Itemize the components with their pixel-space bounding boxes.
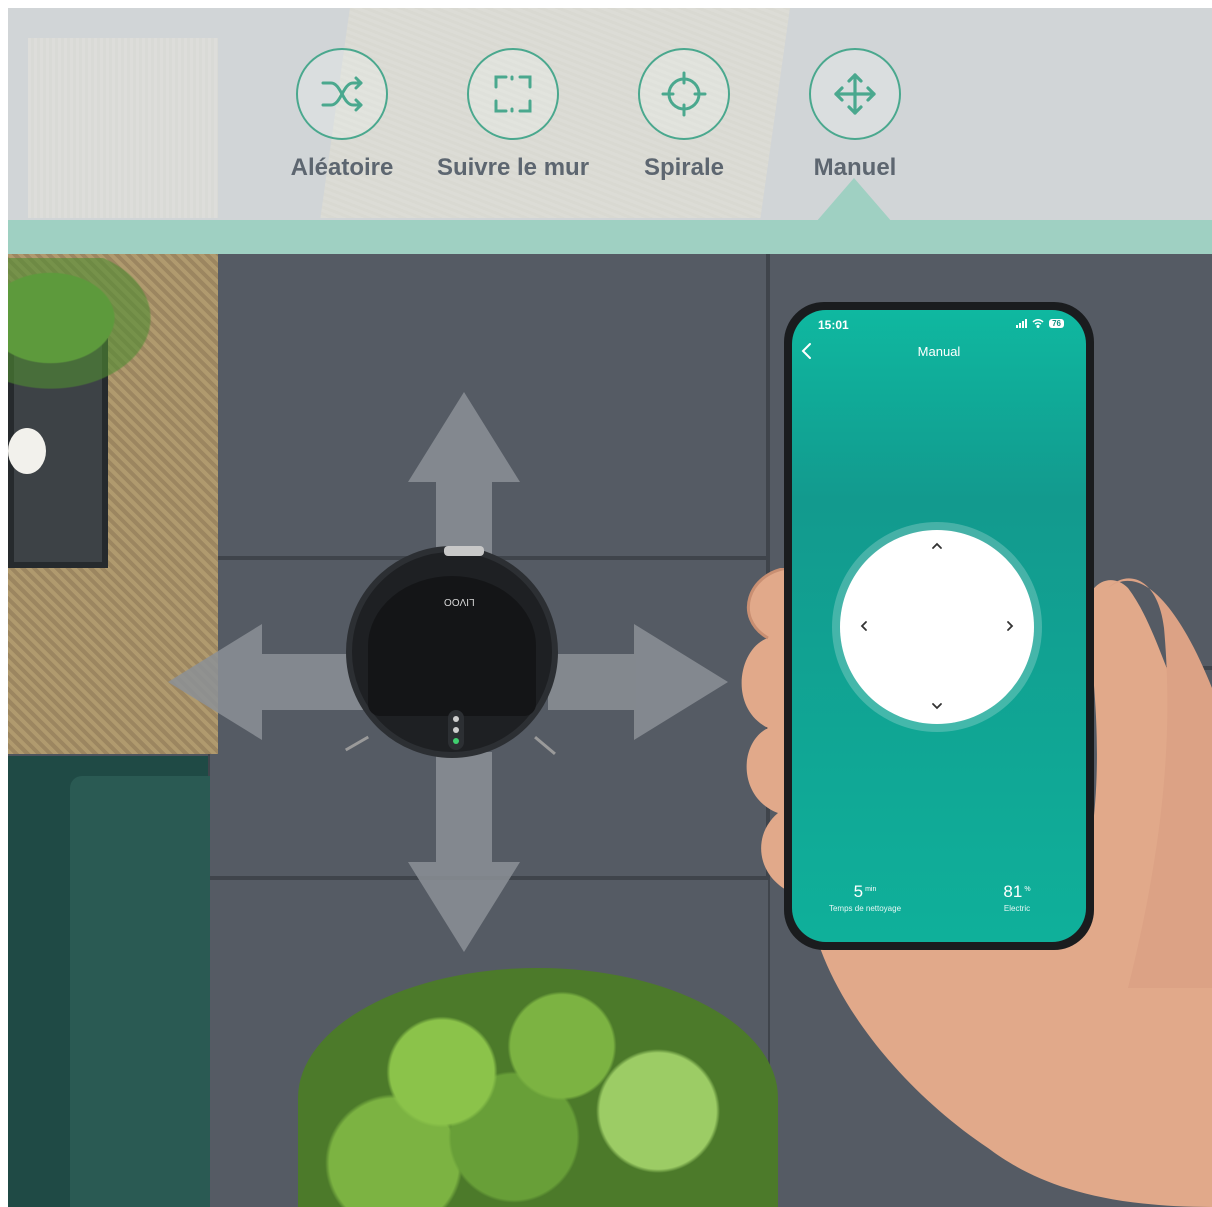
joystick-pad[interactable]	[840, 530, 1034, 724]
robot-light	[453, 716, 459, 722]
robot-sensor	[444, 546, 484, 556]
chevron-left-icon	[860, 621, 867, 631]
stat-battery: 81% Electric	[972, 882, 1062, 913]
mode-icon-circle	[296, 48, 388, 140]
product-scene: LIVOO Aléatoire Suivre le mur Spirale Ma…	[8, 8, 1212, 1207]
mode-icon-circle	[467, 48, 559, 140]
smartphone: 15:01 76 Manual 5 min Temps de nettoyage…	[784, 302, 1094, 950]
crosshair-icon	[661, 71, 707, 117]
stat-label: Electric	[1003, 904, 1031, 913]
joystick-up-button[interactable]	[927, 536, 947, 556]
chevron-right-icon	[1007, 621, 1014, 631]
stat-value-row: 81%	[972, 882, 1062, 902]
robot-buttons	[448, 710, 464, 750]
mode-spiral: Spirale	[604, 48, 764, 182]
stat-value: 81	[1003, 882, 1023, 901]
frame-corners-icon	[494, 75, 532, 113]
joystick-right-button[interactable]	[1000, 616, 1020, 636]
arrow-right-shape	[548, 624, 728, 740]
mode-manual: Manuel	[775, 48, 935, 182]
signal-icon	[1016, 318, 1028, 328]
mode-wall-follow: Suivre le mur	[433, 48, 593, 182]
mode-label: Manuel	[813, 154, 897, 181]
move-arrows-icon	[834, 73, 876, 115]
shuffle-icon	[321, 76, 363, 112]
joystick-down-button[interactable]	[927, 696, 947, 716]
joystick-left-button[interactable]	[854, 616, 874, 636]
chevron-up-icon	[932, 542, 942, 549]
battery-icon: 76	[1049, 318, 1064, 328]
mode-random: Aléatoire	[262, 48, 422, 182]
stat-unit: min	[865, 885, 877, 893]
chevron-down-icon	[932, 703, 942, 710]
wifi-icon	[1032, 319, 1044, 328]
mode-label: Spirale	[643, 154, 725, 181]
stat-label: Temps de nettoyage	[828, 904, 902, 913]
coffee-cup	[8, 428, 46, 474]
status-time: 15:01	[818, 318, 849, 332]
mode-icon-circle	[809, 48, 901, 140]
robot-vacuum: LIVOO	[344, 546, 558, 758]
stat-value-row: 5 min	[810, 882, 920, 902]
stat-unit: %	[1024, 885, 1031, 893]
screen-title: Manual	[917, 344, 961, 359]
mode-icon-circle	[638, 48, 730, 140]
app-screen: 15:01 76 Manual 5 min Temps de nettoyage…	[792, 310, 1086, 942]
banner-accent-bar	[8, 220, 1212, 254]
robot-brand: LIVOO	[444, 596, 475, 607]
status-icons: 76	[1016, 318, 1064, 328]
mode-label: Aléatoire	[290, 154, 394, 181]
arrow-left-shape	[168, 624, 368, 740]
selected-mode-pointer	[816, 178, 892, 222]
fern-plant	[8, 258, 178, 408]
robot-light	[453, 738, 459, 744]
thumb	[1108, 578, 1212, 988]
arrow-down-shape	[408, 752, 520, 952]
robot-light	[453, 727, 459, 733]
stat-value: 5	[853, 882, 864, 901]
stat-cleaning-time: 5 min Temps de nettoyage	[810, 882, 920, 913]
mode-label: Suivre le mur	[436, 154, 590, 181]
